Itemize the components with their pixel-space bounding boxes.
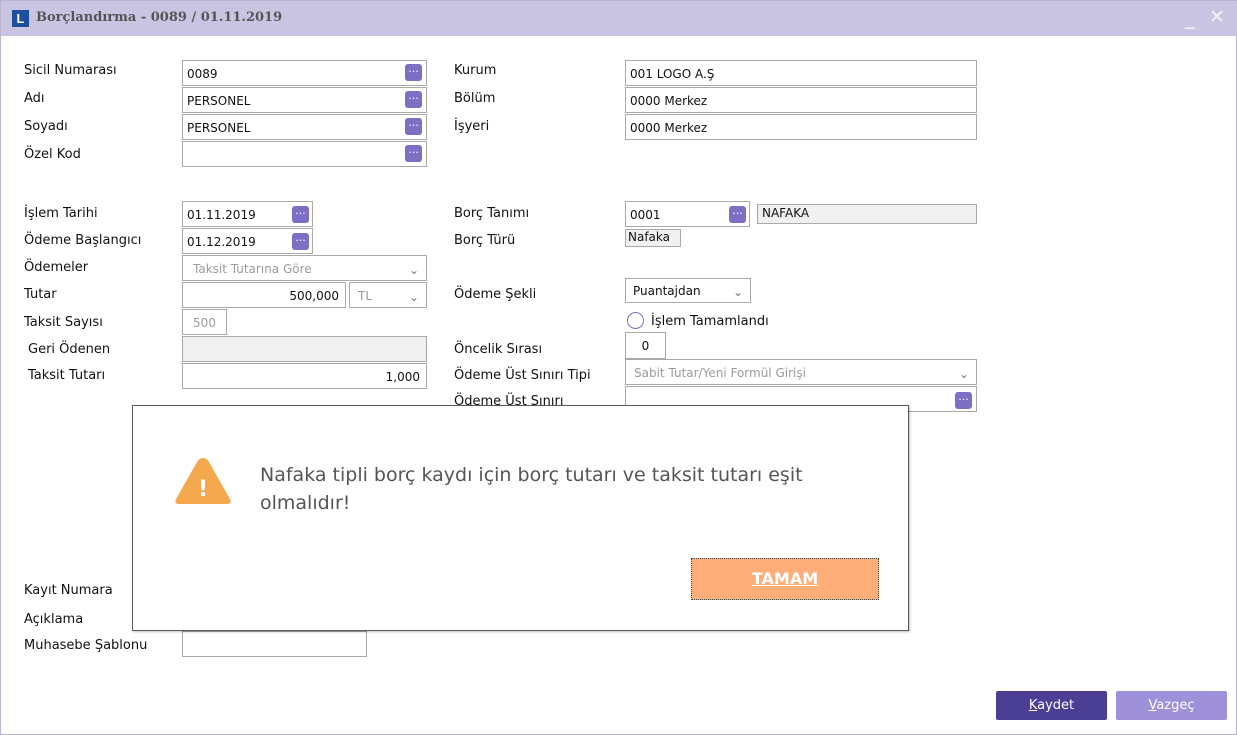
window-title: Borçlandırma - 0089 / 01.11.2019	[36, 10, 283, 25]
taksit-tutari-field[interactable]: 1,000	[182, 363, 427, 389]
save-label: aydet	[1037, 698, 1075, 713]
ozel-kod-field[interactable]	[182, 141, 427, 167]
borc-tanimi-name: NAFAKA	[757, 204, 977, 224]
islem-tamamlandi-label: İşlem Tamamlandı	[651, 314, 769, 329]
sicil-label: Sicil Numarası	[24, 63, 117, 78]
app-logo-icon: L	[12, 10, 29, 27]
borc-turu-value: Nafaka	[625, 229, 681, 247]
aciklama-label: Açıklama	[24, 612, 84, 627]
odeme-sekli-value: Puantajdan	[633, 284, 701, 298]
chevron-down-icon: ⌄	[958, 367, 969, 381]
warning-icon-glyph: !	[198, 477, 208, 502]
ok-button[interactable]: TAMAM	[691, 558, 879, 600]
geri-odenen-field	[182, 336, 427, 362]
currency-value: TL	[358, 289, 373, 303]
odeme-baslangici-calendar-button[interactable]: ...	[292, 232, 309, 250]
odeme-sekli-label: Ödeme Şekli	[454, 287, 537, 302]
odemeler-value: Taksit Tutarına Göre	[193, 262, 312, 276]
borc-tanimi-label: Borç Tanımı	[454, 206, 530, 221]
soyadi-lookup-button[interactable]: ...	[405, 117, 422, 135]
geri-odenen-label: Geri Ödenen	[28, 342, 111, 357]
oncelik-sirasi-field[interactable]: 0	[625, 332, 666, 359]
isyeri-label: İşyeri	[454, 119, 490, 134]
odemeler-label: Ödemeler	[24, 260, 89, 275]
odeme-baslangici-label: Ödeme Başlangıcı	[24, 233, 142, 248]
borc-turu-label: Borç Türü	[454, 233, 516, 248]
tutar-label: Tutar	[24, 287, 57, 302]
cancel-button[interactable]: Vazgeç	[1116, 691, 1227, 720]
taksit-tutari-label: Taksit Tutarı	[28, 368, 106, 383]
chevron-down-icon: ⌄	[408, 290, 419, 304]
currency-select[interactable]: TL ⌄	[349, 282, 427, 308]
taksit-sayisi-field[interactable]: 500	[182, 309, 227, 335]
sicil-lookup-button[interactable]: ...	[405, 63, 422, 81]
ozel-kod-label: Özel Kod	[24, 147, 81, 162]
islem-tamamlandi-checkbox[interactable]	[627, 312, 644, 329]
muhasebe-sablonu-field[interactable]	[182, 631, 367, 657]
warning-dialog: ! Nafaka tipli borç kaydı için borç tuta…	[132, 405, 909, 631]
islem-tarihi-label: İşlem Tarihi	[24, 206, 98, 221]
adi-lookup-button[interactable]: ...	[405, 90, 422, 108]
adi-label: Adı	[24, 91, 45, 106]
chevron-down-icon: ⌄	[732, 285, 743, 299]
sicil-field[interactable]: 0089	[182, 60, 427, 86]
oncelik-sirasi-label: Öncelik Sırası	[454, 342, 543, 357]
soyadi-label: Soyadı	[24, 119, 68, 134]
adi-field[interactable]: PERSONEL	[182, 87, 427, 113]
kayit-numarasi-label: Kayıt Numara	[24, 583, 113, 598]
borclandirma-window: L Borçlandırma - 0089 / 01.11.2019 _ ✕ S…	[0, 0, 1237, 735]
odeme-ust-siniri-tipi-label: Ödeme Üst Sınırı Tipi	[454, 368, 591, 383]
odeme-ust-siniri-tipi-select[interactable]: Sabit Tutar/Yeni Formül Girişi ⌄	[625, 359, 977, 385]
close-icon[interactable]: ✕	[1209, 7, 1225, 27]
odeme-ust-siniri-tipi-value: Sabit Tutar/Yeni Formül Girişi	[634, 366, 806, 380]
isyeri-field[interactable]: 0000 Merkez	[625, 114, 977, 140]
borc-tanimi-lookup-button[interactable]: ...	[729, 205, 746, 223]
islem-tarihi-calendar-button[interactable]: ...	[292, 205, 309, 223]
bolum-field[interactable]: 0000 Merkez	[625, 87, 977, 113]
minimize-icon[interactable]: _	[1185, 7, 1195, 27]
save-mnemonic: K	[1028, 698, 1038, 713]
kurum-field[interactable]: 001 LOGO A.Ş	[625, 60, 977, 86]
warning-icon: !	[175, 458, 231, 504]
cancel-label: azgeç	[1156, 698, 1195, 713]
taksit-sayisi-label: Taksit Sayısı	[24, 315, 103, 330]
odeme-ust-siniri-lookup-button[interactable]: ...	[955, 391, 972, 409]
chevron-down-icon: ⌄	[408, 263, 419, 277]
ozel-kod-lookup-button[interactable]: ...	[405, 144, 422, 162]
save-button[interactable]: Kaydet	[996, 691, 1107, 720]
tutar-field[interactable]: 500,000	[182, 282, 346, 308]
odemeler-select[interactable]: Taksit Tutarına Göre ⌄	[182, 255, 427, 281]
dialog-message: Nafaka tipli borç kaydı için borç tutarı…	[260, 464, 803, 514]
soyadi-field[interactable]: PERSONEL	[182, 114, 427, 140]
title-bar[interactable]: L Borçlandırma - 0089 / 01.11.2019 _ ✕	[1, 1, 1237, 36]
kurum-label: Kurum	[454, 63, 497, 78]
bolum-label: Bölüm	[454, 91, 496, 106]
odeme-sekli-select[interactable]: Puantajdan ⌄	[625, 278, 751, 303]
muhasebe-sablonu-label: Muhasebe Şablonu	[24, 638, 148, 653]
